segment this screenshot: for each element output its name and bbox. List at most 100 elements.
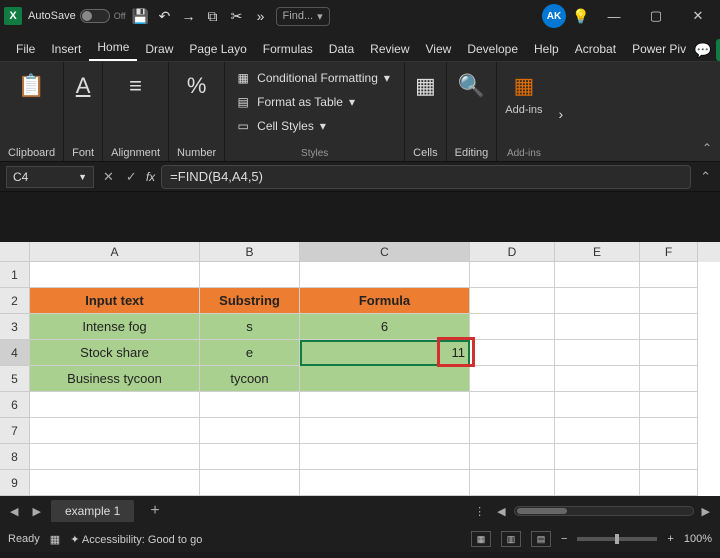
row-3[interactable]: 3 bbox=[0, 314, 30, 340]
tab-powerpivot[interactable]: Power Piv bbox=[624, 37, 694, 61]
cell-B3[interactable]: s bbox=[200, 314, 300, 340]
sheet-nav-next[interactable]: ▶ bbox=[28, 505, 44, 518]
cell[interactable] bbox=[200, 444, 300, 470]
zoom-out-button[interactable]: − bbox=[561, 533, 567, 545]
cell-B4[interactable]: e bbox=[200, 340, 300, 366]
horizontal-scrollbar[interactable] bbox=[514, 506, 694, 516]
cell[interactable] bbox=[640, 418, 698, 444]
cell[interactable] bbox=[555, 418, 640, 444]
tab-formulas[interactable]: Formulas bbox=[255, 37, 321, 61]
search-box[interactable]: Find... ▾ bbox=[276, 7, 330, 26]
view-normal-icon[interactable]: ▦ bbox=[471, 531, 491, 547]
ribbon-alignment[interactable]: ≡ Alignment bbox=[103, 62, 169, 161]
tab-view[interactable]: View bbox=[418, 37, 460, 61]
zoom-in-button[interactable]: + bbox=[667, 533, 673, 545]
cell[interactable] bbox=[555, 444, 640, 470]
cell[interactable] bbox=[200, 262, 300, 288]
ribbon-font[interactable]: A Font bbox=[64, 62, 103, 161]
cell[interactable] bbox=[555, 366, 640, 392]
conditional-formatting-button[interactable]: ▦Conditional Formatting ▾ bbox=[235, 68, 390, 88]
row-8[interactable]: 8 bbox=[0, 444, 30, 470]
copy-icon[interactable]: ⧉ bbox=[204, 7, 222, 25]
cell[interactable] bbox=[640, 392, 698, 418]
tab-home[interactable]: Home bbox=[89, 35, 137, 61]
cell[interactable] bbox=[30, 470, 200, 496]
cell[interactable] bbox=[470, 262, 555, 288]
cell[interactable] bbox=[300, 470, 470, 496]
sheet-tab[interactable]: example 1 bbox=[51, 500, 134, 522]
cell-A4[interactable]: Stock share bbox=[30, 340, 200, 366]
cell[interactable] bbox=[470, 314, 555, 340]
cell[interactable] bbox=[300, 392, 470, 418]
hscroll-right[interactable]: ▶ bbox=[698, 505, 714, 518]
col-A[interactable]: A bbox=[30, 242, 200, 262]
ribbon-more[interactable]: › bbox=[551, 62, 572, 161]
ribbon-addins[interactable]: ▦ Add-ins Add-ins bbox=[497, 62, 550, 161]
close-button[interactable]: ✕ bbox=[680, 2, 716, 30]
expand-formula-icon[interactable]: ⌃ bbox=[697, 169, 714, 185]
cell-B2[interactable]: Substring bbox=[200, 288, 300, 314]
cut-icon[interactable]: ✂ bbox=[228, 7, 246, 25]
macro-icon[interactable]: ▦ bbox=[50, 533, 60, 546]
cell[interactable] bbox=[200, 392, 300, 418]
col-B[interactable]: B bbox=[200, 242, 300, 262]
toggle-switch[interactable] bbox=[80, 9, 110, 23]
row-2[interactable]: 2 bbox=[0, 288, 30, 314]
col-C[interactable]: C bbox=[300, 242, 470, 262]
row-5[interactable]: 5 bbox=[0, 366, 30, 392]
ribbon-cells[interactable]: ▦ Cells bbox=[405, 62, 446, 161]
formula-input[interactable]: =FIND(B4,A4,5) bbox=[161, 165, 691, 189]
view-pagebreak-icon[interactable]: ▤ bbox=[531, 531, 551, 547]
qat-more-icon[interactable]: » bbox=[252, 7, 270, 25]
cell-B5[interactable]: tycoon bbox=[200, 366, 300, 392]
cell[interactable] bbox=[555, 340, 640, 366]
zoom-level[interactable]: 100% bbox=[684, 533, 712, 545]
redo-icon[interactable]: → bbox=[180, 7, 198, 25]
row-1[interactable]: 1 bbox=[0, 262, 30, 288]
cell[interactable] bbox=[300, 262, 470, 288]
ribbon-editing[interactable]: 🔍 Editing bbox=[447, 62, 498, 161]
col-F[interactable]: F bbox=[640, 242, 698, 262]
cell-styles-button[interactable]: ▭Cell Styles ▾ bbox=[235, 116, 326, 136]
cell[interactable] bbox=[640, 470, 698, 496]
cell[interactable] bbox=[470, 366, 555, 392]
row-4[interactable]: 4 bbox=[0, 340, 30, 366]
cell[interactable] bbox=[470, 340, 555, 366]
tab-acrobat[interactable]: Acrobat bbox=[567, 37, 624, 61]
format-as-table-button[interactable]: ▤Format as Table ▾ bbox=[235, 92, 355, 112]
tab-data[interactable]: Data bbox=[321, 37, 362, 61]
ribbon-number[interactable]: % Number bbox=[169, 62, 225, 161]
new-sheet-button[interactable]: + bbox=[140, 502, 169, 520]
view-pagelayout-icon[interactable]: ▥ bbox=[501, 531, 521, 547]
user-avatar[interactable]: AK bbox=[542, 4, 566, 28]
tab-developer[interactable]: Develope bbox=[459, 37, 526, 61]
collapse-ribbon-icon[interactable]: ⌃ bbox=[702, 141, 712, 155]
cell[interactable] bbox=[30, 418, 200, 444]
cell[interactable] bbox=[640, 366, 698, 392]
cell[interactable] bbox=[470, 418, 555, 444]
cell[interactable] bbox=[640, 262, 698, 288]
cell[interactable] bbox=[555, 470, 640, 496]
comments-icon[interactable]: 💬 bbox=[694, 41, 712, 59]
tab-insert[interactable]: Insert bbox=[43, 37, 89, 61]
cell[interactable] bbox=[300, 444, 470, 470]
cell[interactable] bbox=[470, 392, 555, 418]
cell-C4[interactable]: 11 bbox=[300, 340, 470, 366]
select-all-corner[interactable] bbox=[0, 242, 30, 262]
save-icon[interactable]: 💾 bbox=[132, 7, 150, 25]
cell-A3[interactable]: Intense fog bbox=[30, 314, 200, 340]
cell-A2[interactable]: Input text bbox=[30, 288, 200, 314]
cell[interactable] bbox=[200, 418, 300, 444]
maximize-button[interactable]: ▢ bbox=[638, 2, 674, 30]
tab-help[interactable]: Help bbox=[526, 37, 567, 61]
cell-A5[interactable]: Business tycoon bbox=[30, 366, 200, 392]
col-E[interactable]: E bbox=[555, 242, 640, 262]
tab-pagelayout[interactable]: Page Layo bbox=[181, 37, 254, 61]
cell-C3[interactable]: 6 bbox=[300, 314, 470, 340]
cell[interactable] bbox=[640, 444, 698, 470]
lightbulb-icon[interactable]: 💡 bbox=[572, 7, 590, 25]
cell-C5[interactable] bbox=[300, 366, 470, 392]
worksheet[interactable]: A B C D E F 1 2Input textSubstringFormul… bbox=[0, 242, 720, 496]
cell[interactable] bbox=[640, 314, 698, 340]
accessibility-status[interactable]: ✦ Accessibility: Good to go bbox=[70, 533, 202, 546]
